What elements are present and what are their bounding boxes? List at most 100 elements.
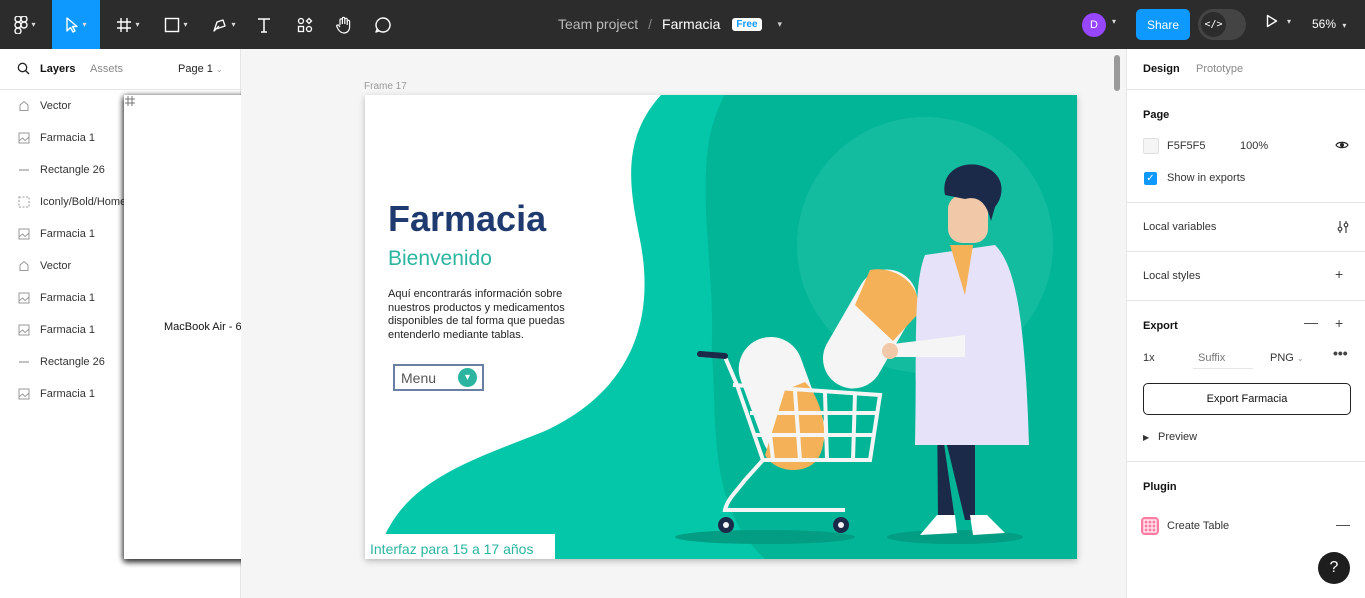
chevron-down-icon: ▾ [135, 20, 140, 29]
export-scale[interactable]: 1x [1143, 352, 1155, 364]
layer-label: Vector [40, 260, 72, 272]
avatar[interactable]: D [1082, 13, 1106, 37]
chevron-down-icon: ⌄ [215, 65, 223, 74]
eye-icon[interactable] [1335, 140, 1349, 150]
plugin-section-title: Plugin [1143, 481, 1177, 493]
zoom-level: 56% [1312, 17, 1337, 31]
export-format-select[interactable]: PNG ⌄ [1270, 352, 1304, 364]
page-selector[interactable]: Page 1 ⌄ [178, 63, 223, 75]
local-variables-label[interactable]: Local variables [1143, 221, 1216, 233]
tab-design[interactable]: Design [1143, 63, 1180, 75]
layer-label: Iconly/Bold/Home [40, 196, 127, 208]
triangle-right-icon[interactable]: ▶ [1143, 433, 1149, 442]
add-export-icon[interactable]: + [1335, 315, 1343, 331]
chevron-down-icon: ▾ [31, 20, 36, 29]
chevron-down-icon: ▾ [1342, 21, 1347, 30]
show-in-exports-label: Show in exports [1167, 172, 1246, 184]
frame-tool-button[interactable]: ▾ [108, 0, 148, 49]
export-suffix-input[interactable] [1193, 347, 1253, 369]
plugin-section: Plugin Create Table — [1127, 462, 1365, 562]
design-subtitle: Bienvenido [388, 247, 492, 270]
page-color-value[interactable]: F5F5F5 [1167, 140, 1206, 152]
component-icon [18, 196, 30, 208]
export-button[interactable]: Export Farmacia [1143, 383, 1351, 415]
top-toolbar: ▾ ▾ ▾ ▾ ▾ Team project / Farmacia Free ▾… [0, 0, 1365, 49]
page-section: Page F5F5F5 100% ✓ Show in exports [1127, 90, 1365, 203]
local-styles-section: Local styles + [1127, 252, 1365, 301]
chevron-down-icon: ▾ [82, 20, 87, 29]
help-button[interactable]: ? [1318, 552, 1350, 584]
plugin-name[interactable]: Create Table [1167, 520, 1229, 532]
layer-label: Farmacia 1 [40, 292, 96, 304]
chevron-down-icon: ▾ [231, 20, 236, 29]
page-opacity-value[interactable]: 100% [1240, 140, 1268, 152]
plan-badge: Free [732, 17, 762, 31]
title-separator: / [648, 16, 653, 32]
tab-prototype[interactable]: Prototype [1196, 63, 1243, 75]
page-section-title: Page [1143, 109, 1170, 121]
canvas[interactable]: Frame 17 Farmacia Bienvenido Aquí encont… [241, 49, 1126, 598]
design-footer-text: Interfaz para 15 a 17 años [365, 534, 555, 559]
zoom-menu[interactable]: 56% ▾ [1312, 17, 1346, 31]
show-in-exports-checkbox[interactable]: ✓ [1144, 172, 1157, 185]
chevron-down-icon: ▾ [1287, 16, 1292, 26]
dev-mode-toggle[interactable]: </> [1198, 9, 1246, 40]
remove-export-icon[interactable]: — [1304, 314, 1318, 330]
frame-label[interactable]: Frame 17 [364, 81, 407, 92]
file-name[interactable]: Farmacia [662, 16, 720, 32]
pen-tool-icon [213, 18, 227, 32]
layer-label: Farmacia 1 [40, 324, 96, 336]
add-style-icon[interactable]: + [1335, 266, 1343, 282]
search-icon[interactable] [17, 62, 30, 75]
line-icon [18, 164, 30, 176]
page-color-swatch[interactable] [1143, 138, 1159, 154]
comment-tool-button[interactable] [370, 0, 396, 49]
frame-icon [125, 96, 154, 333]
figma-menu-icon [14, 15, 29, 34]
design-title: Farmacia [388, 198, 547, 239]
tab-layers[interactable]: Layers [40, 63, 75, 75]
comment-icon [375, 16, 391, 33]
image-icon [18, 388, 30, 400]
remove-plugin-icon[interactable]: — [1336, 516, 1350, 532]
shape-tool-button[interactable]: ▾ [156, 0, 196, 49]
move-tool-icon [66, 16, 79, 33]
shape-tool-icon [165, 17, 180, 32]
tab-assets[interactable]: Assets [90, 63, 123, 75]
layer-label: Farmacia 1 [40, 388, 96, 400]
team-name[interactable]: Team project [558, 16, 638, 32]
vertical-scrollbar[interactable] [1114, 55, 1120, 91]
properties-panel: Design Prototype Page F5F5F5 100% ✓ Show… [1126, 49, 1365, 598]
local-styles-label: Local styles [1143, 270, 1201, 282]
chevron-down-icon: ⌄ [1296, 354, 1304, 363]
layer-label: Rectangle 26 [40, 164, 105, 176]
chevron-down-icon[interactable]: ▾ [1112, 17, 1116, 26]
layer-label: Farmacia 1 [40, 132, 96, 144]
vector-icon [18, 260, 30, 272]
design-description: Aquí encontrarás información sobre nuest… [388, 288, 565, 341]
design-menu-label: Menu [401, 369, 437, 386]
text-tool-icon [258, 17, 270, 33]
main-menu-button[interactable]: ▾ [6, 0, 44, 49]
preview-toggle[interactable]: Preview [1158, 431, 1197, 443]
right-panel-tabs: Design Prototype [1127, 49, 1365, 90]
present-button[interactable]: ▾ [1266, 14, 1291, 28]
chevron-down-icon: ▾ [458, 368, 477, 387]
left-panel-tabs: Layers Assets Page 1 ⌄ [0, 49, 240, 90]
hand-tool-button[interactable] [331, 0, 357, 49]
share-button[interactable]: Share [1136, 9, 1190, 40]
chevron-down-icon[interactable]: ▾ [778, 19, 783, 30]
pen-tool-button[interactable]: ▾ [204, 0, 244, 49]
layer-list: VectorMacBook Air - 14Farmacia 1Rectangl… [0, 90, 836, 559]
move-tool-button[interactable]: ▾ [52, 0, 100, 49]
hand-tool-icon [336, 16, 351, 34]
more-options-icon[interactable]: ••• [1333, 345, 1348, 361]
design-frame[interactable]: Farmacia Bienvenido Aquí encontrarás inf… [365, 95, 1077, 559]
chevron-down-icon: ▾ [183, 20, 188, 29]
variables-settings-icon[interactable] [1336, 220, 1350, 234]
design-menu-button[interactable]: Menu ▾ [393, 364, 484, 391]
image-icon [18, 324, 30, 336]
text-tool-button[interactable] [252, 0, 276, 49]
resources-icon [297, 17, 313, 32]
resources-button[interactable] [292, 0, 318, 49]
